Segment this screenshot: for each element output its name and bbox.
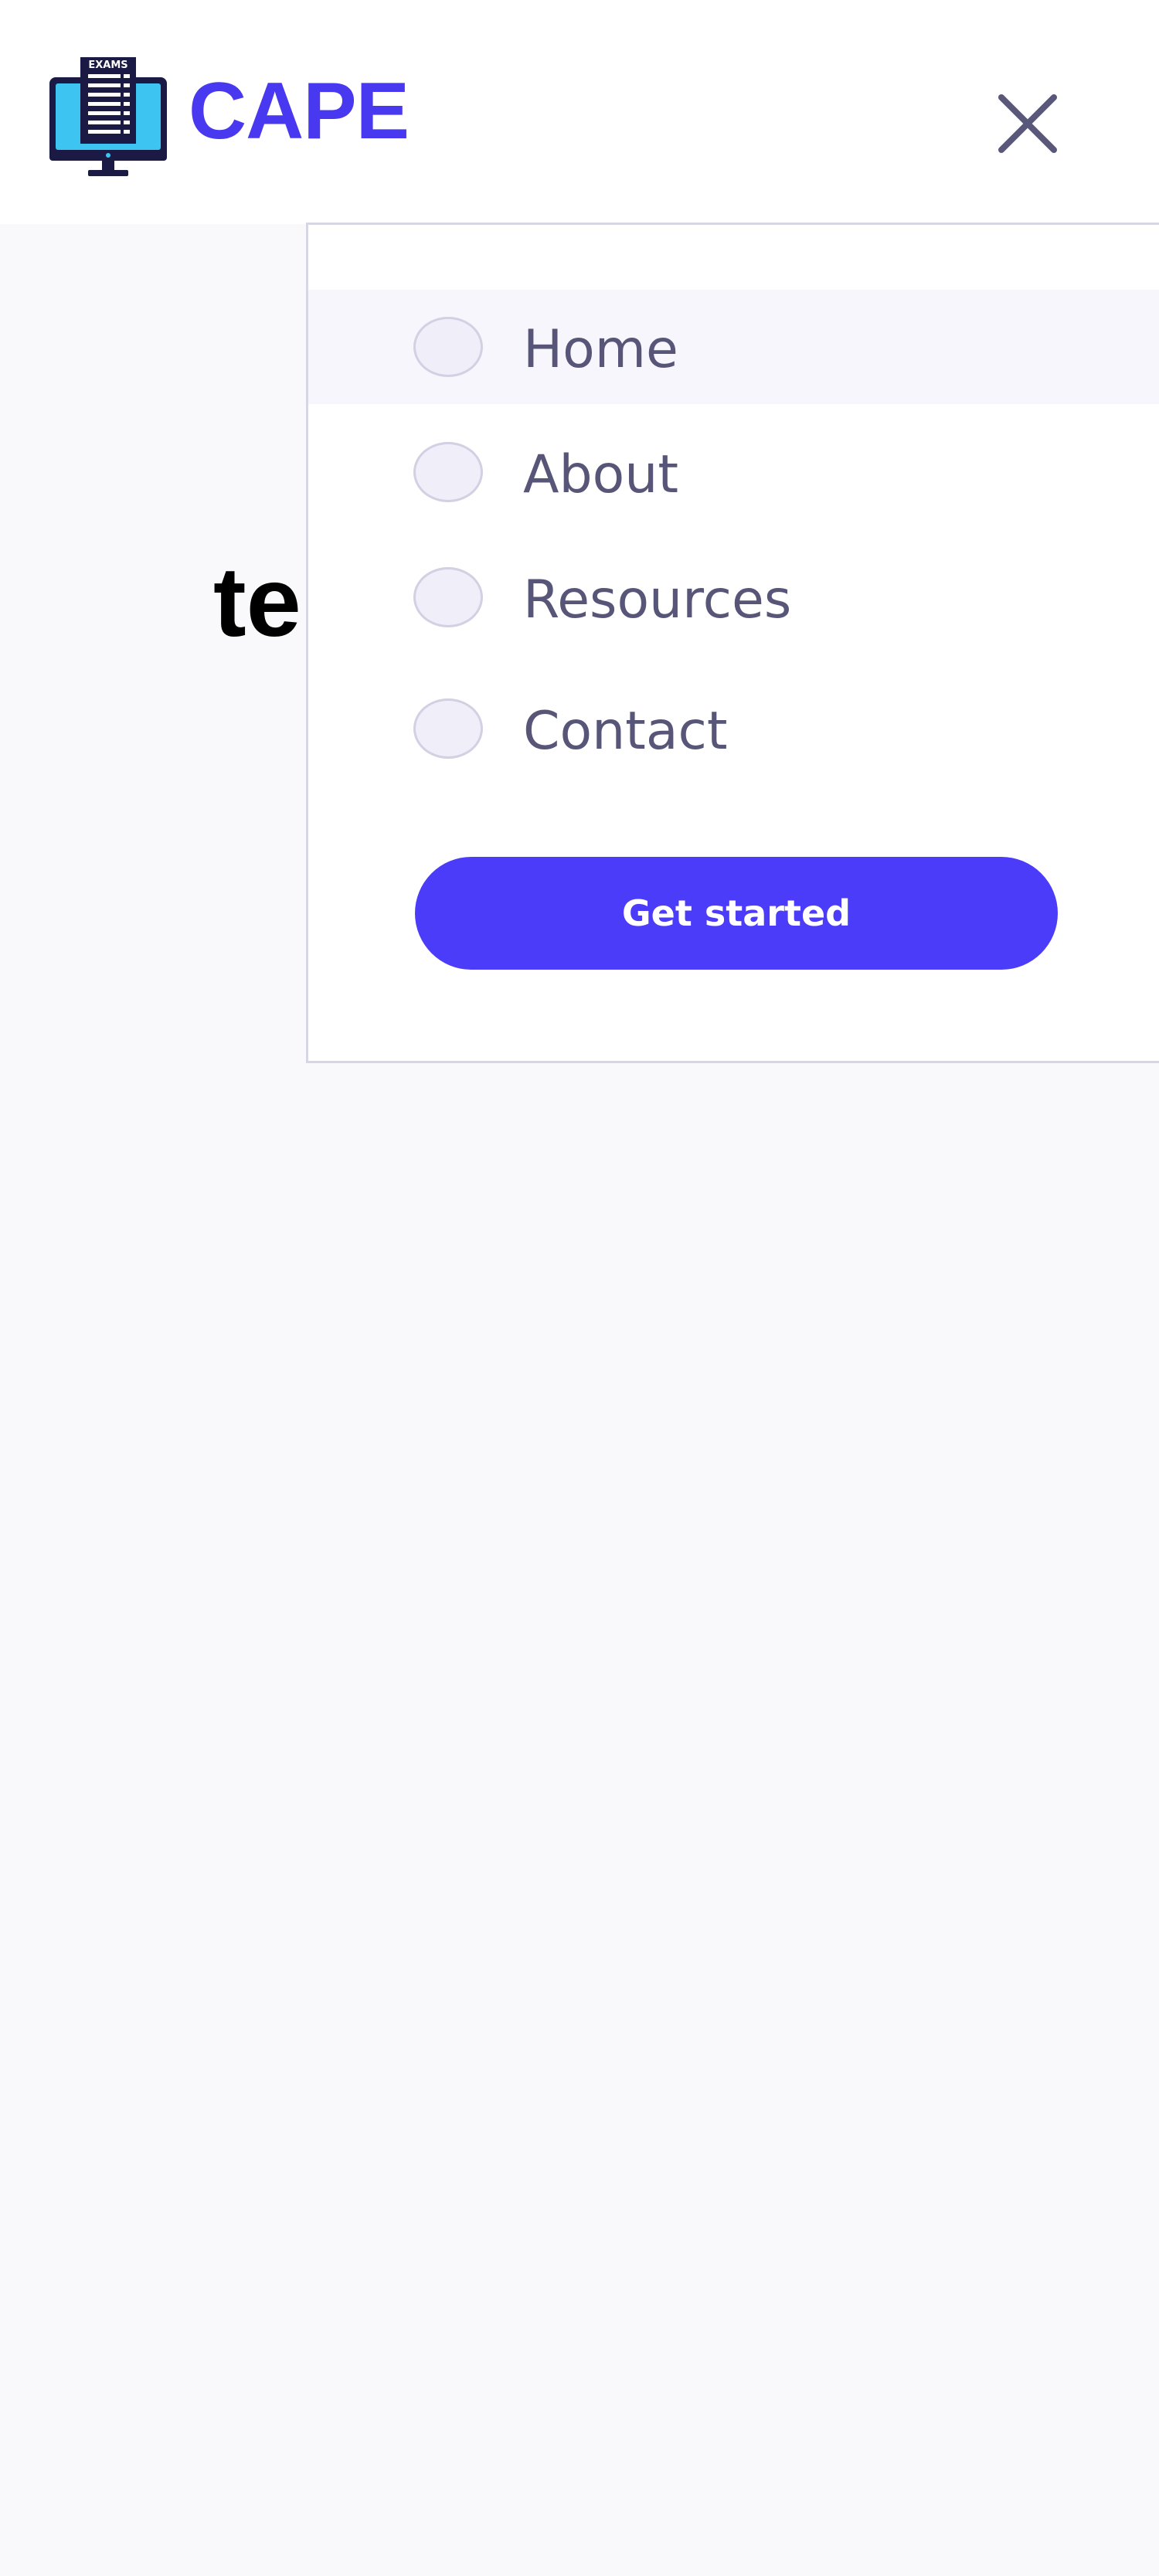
close-icon[interactable] [989, 85, 1066, 162]
menu-item-about[interactable]: About [308, 415, 1159, 529]
brand-name[interactable]: CAPE [189, 65, 410, 158]
menu-item-home[interactable]: Home [308, 290, 1159, 404]
radio-icon [413, 317, 483, 377]
radio-icon [413, 442, 483, 502]
menu-item-label: Resources [523, 569, 792, 630]
nav-menu-panel: Home About Resources Contact Get started [306, 223, 1159, 1063]
menu-item-label: Contact [523, 701, 728, 762]
menu-item-label: Home [523, 319, 678, 380]
exam-monitor-icon[interactable]: EXAMS [48, 57, 172, 181]
menu-item-contact[interactable]: Contact [308, 671, 1159, 786]
get-started-button[interactable]: Get started [415, 857, 1058, 970]
site-header: EXAMS CAPE [0, 0, 1159, 224]
logo-text: EXAMS [88, 59, 127, 71]
menu-item-resources[interactable]: Resources [308, 540, 1159, 654]
menu-item-label: About [523, 444, 679, 505]
hero-heading: te [213, 547, 301, 658]
radio-icon [413, 567, 483, 627]
radio-icon [413, 698, 483, 759]
